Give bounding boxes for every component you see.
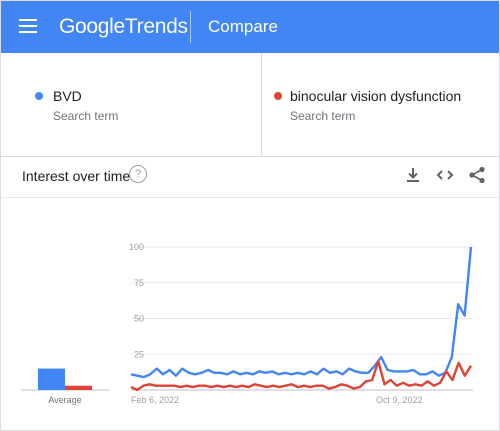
search-term-card-binocular-vision-dysfunction[interactable]: binocular vision dysfunction Search term [262,53,499,156]
x-tick-label: Feb 6, 2022 [131,395,179,405]
search-term-subtitle: Search term [53,109,119,123]
top-app-bar: GoogleTrends Compare [1,1,499,53]
section-title: Interest over time [22,168,131,184]
average-label: Average [48,395,81,405]
y-tick-label-75: 75 [134,278,144,288]
chart-canvas: 25 50 75 100 Feb 6, 2022 Oct 9, 2022 Average [21,242,473,405]
search-term-subtitle: Search term [290,109,356,123]
y-tick-label-100: 100 [129,242,144,252]
series-line-binocular-vision-dysfunction [130,360,473,392]
interest-over-time-chart[interactable]: 25 50 75 100 Feb 6, 2022 Oct 9, 2022 Average [1,198,499,428]
page-title: Compare [208,17,278,36]
y-tick-label-25: 25 [134,349,144,359]
google-trends-logo[interactable]: GoogleTrends [59,15,188,39]
interest-over-time-header: Interest over time ? [1,157,499,198]
series-color-dot [274,92,282,100]
share-icon[interactable] [467,165,487,185]
hamburger-menu-icon[interactable] [19,19,37,33]
search-terms-row: BVD Search term binocular vision dysfunc… [1,53,499,157]
help-circle-icon[interactable]: ? [129,165,147,183]
embed-code-icon[interactable] [435,165,455,185]
download-icon[interactable] [403,165,423,185]
average-bar-binocular-vision-dysfunction [65,385,92,390]
logo-trends-text: Trends [124,15,188,38]
y-tick-label-50: 50 [134,314,144,324]
logo-google-text: Google [59,15,125,38]
x-tick-label: Oct 9, 2022 [376,395,423,405]
series-color-dot [35,92,43,100]
search-term-name: binocular vision dysfunction [290,88,462,104]
series-line-bvd [130,246,473,379]
search-term-card-bvd[interactable]: BVD Search term [1,53,262,156]
average-bar-bvd [38,368,65,390]
trends-compare-widget: GoogleTrends Compare BVD Search term bin… [0,0,500,431]
header-divider [190,11,191,43]
search-term-name: BVD [53,88,82,104]
